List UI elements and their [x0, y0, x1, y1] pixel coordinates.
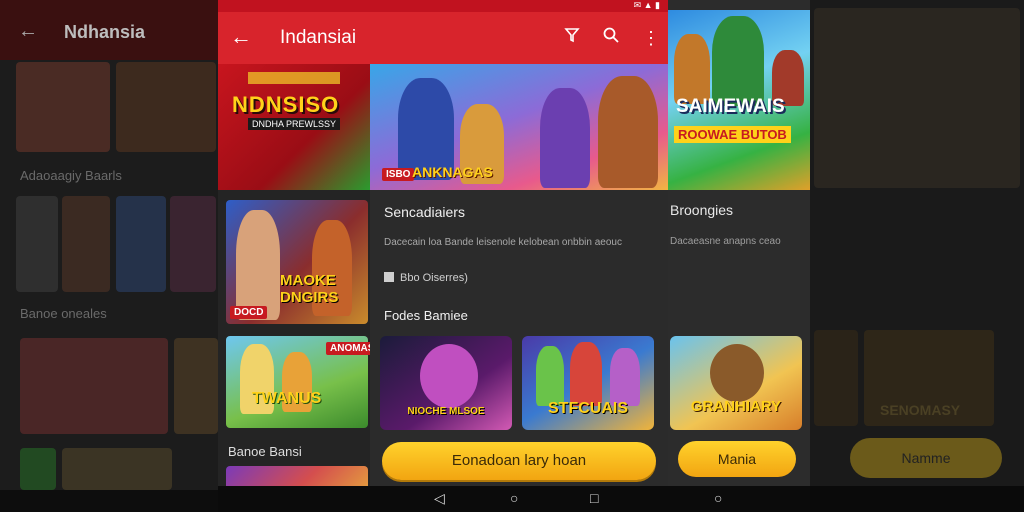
ghost-back-arrow-icon: ← [18, 20, 38, 42]
banner-art-tag: ISBO [382, 168, 415, 181]
detail-meta: Bbo Oiserres) [384, 272, 468, 284]
section-title: Banoe Bansi [228, 444, 302, 459]
game-card[interactable]: TWANUS ANOMAS [226, 336, 379, 428]
hero-character [540, 88, 590, 188]
ghost-tile [20, 448, 56, 490]
phone-screen: ✉ ▲ ▮ ← Indansiai ⋮ NDNSISO DNDHA PREWLS… [218, 0, 668, 512]
search-icon[interactable] [597, 24, 625, 52]
game-card[interactable]: MAOKE DNGIRS DOCD [226, 200, 368, 324]
tile-title: GRANHIARY [690, 398, 782, 415]
meta-label: Bbo Oiserres) [400, 272, 468, 284]
ghost-title: Ndhansia [64, 22, 146, 42]
game-card-tag: DOCD [230, 306, 268, 319]
featured-game-tile[interactable]: STFCUAIS [522, 336, 654, 430]
adjacent-game-tile[interactable]: GRANHIARY [670, 336, 802, 430]
game-card-title: MAOKE DNGIRS [280, 272, 339, 306]
tile-character [610, 348, 640, 406]
detail-panel: Sencadiaiers Dacecain loa Bande leisenol… [370, 190, 668, 512]
nav-home-icon[interactable]: ○ [510, 490, 518, 506]
detail-subheading: Fodes Bamiee [384, 308, 468, 323]
ghost-tile [814, 330, 858, 426]
ghost-tile [174, 338, 218, 434]
tile-character [420, 344, 478, 408]
game-card-title: TWANUS [252, 390, 322, 407]
ghost-tile [62, 448, 172, 490]
document-icon [384, 272, 394, 282]
ghost-tile [16, 196, 58, 292]
back-arrow-icon[interactable]: ← [230, 24, 252, 50]
ghost-section-title: Adaoaagiy Baarls [20, 168, 122, 183]
tile-title: STFCUAIS [548, 400, 628, 417]
background-right-screen: SENOMASY Namme [810, 0, 1024, 512]
hero-art-banner[interactable]: ISBO ANKNAGAS [370, 64, 668, 190]
tile-character [570, 342, 602, 406]
tile-character [710, 344, 764, 402]
app-bar: ← Indansiai ⋮ [218, 12, 668, 64]
banner-ribbon [248, 72, 340, 84]
ghost-tile [116, 196, 166, 292]
adjacent-description: Dacaeasne anapns ceao [670, 236, 781, 247]
ghost-section-title: Banoe oneales [20, 306, 107, 321]
adjacent-nav-bar: ○ [668, 486, 810, 512]
background-left-screen: ← Ndhansia Adaoaagiy Baarls Banoe oneale… [0, 0, 218, 512]
card-character [236, 210, 280, 320]
banner-headline: NDNSISO [232, 92, 340, 117]
nav-home-icon[interactable]: ○ [714, 490, 722, 506]
banner-art-label: ANKNAGAS [412, 164, 493, 180]
promo-banner[interactable]: NDNSISO DNDHA PREWLSSY [218, 64, 370, 190]
ghost-tile [62, 196, 110, 292]
game-list-column: MAOKE DNGIRS DOCD TWANUS ANOMAS Banoe Ba… [218, 190, 379, 512]
adjacent-heading: Broongies [670, 202, 734, 218]
status-bar: ✉ ▲ ▮ [218, 0, 668, 12]
adjacent-banner-subtitle: ROOWAE BUTOB [674, 126, 791, 143]
system-nav-bar: ◁ ○ □ [218, 486, 668, 512]
adjacent-cta-button[interactable]: Mania [678, 441, 796, 477]
banner-character [674, 34, 710, 104]
tile-title: NIOCHE MLSOE [407, 406, 485, 417]
adjacent-banner-title: SAIMEWAIS [676, 96, 785, 117]
detail-heading: Sencadiaiers [384, 204, 465, 220]
adjacent-phone-screen: SAIMEWAIS ROOWAE BUTOB Broongies Dacaeas… [668, 0, 810, 512]
banner-character [712, 16, 764, 106]
nav-recent-icon[interactable]: □ [590, 490, 598, 506]
ghost-navbar [0, 490, 218, 512]
ghost-tile [20, 338, 168, 434]
featured-game-tile[interactable]: NIOCHE MLSOE [380, 336, 512, 430]
ghost-tile [814, 8, 1020, 188]
nav-back-icon[interactable]: ◁ [434, 490, 445, 507]
ghost-navbar [810, 486, 1024, 512]
app-title: Indansiai [280, 27, 357, 48]
status-icons: ✉ ▲ ▮ [633, 0, 660, 10]
filter-icon[interactable] [558, 24, 586, 52]
detail-description: Dacecain loa Bande leisenole kelobean on… [384, 237, 622, 248]
ghost-tile [116, 62, 216, 152]
ghost-button: Namme [850, 438, 1002, 478]
hero-character [598, 76, 658, 188]
ghost-tile [170, 196, 216, 292]
primary-cta-button[interactable]: Eonadoan lary hoan [382, 442, 656, 480]
banner-subline: DNDHA PREWLSSY [248, 118, 341, 130]
more-vert-icon[interactable]: ⋮ [637, 24, 665, 52]
tile-character [536, 346, 564, 406]
ghost-tile-title: SENOMASY [880, 402, 961, 418]
ghost-tile [16, 62, 110, 152]
